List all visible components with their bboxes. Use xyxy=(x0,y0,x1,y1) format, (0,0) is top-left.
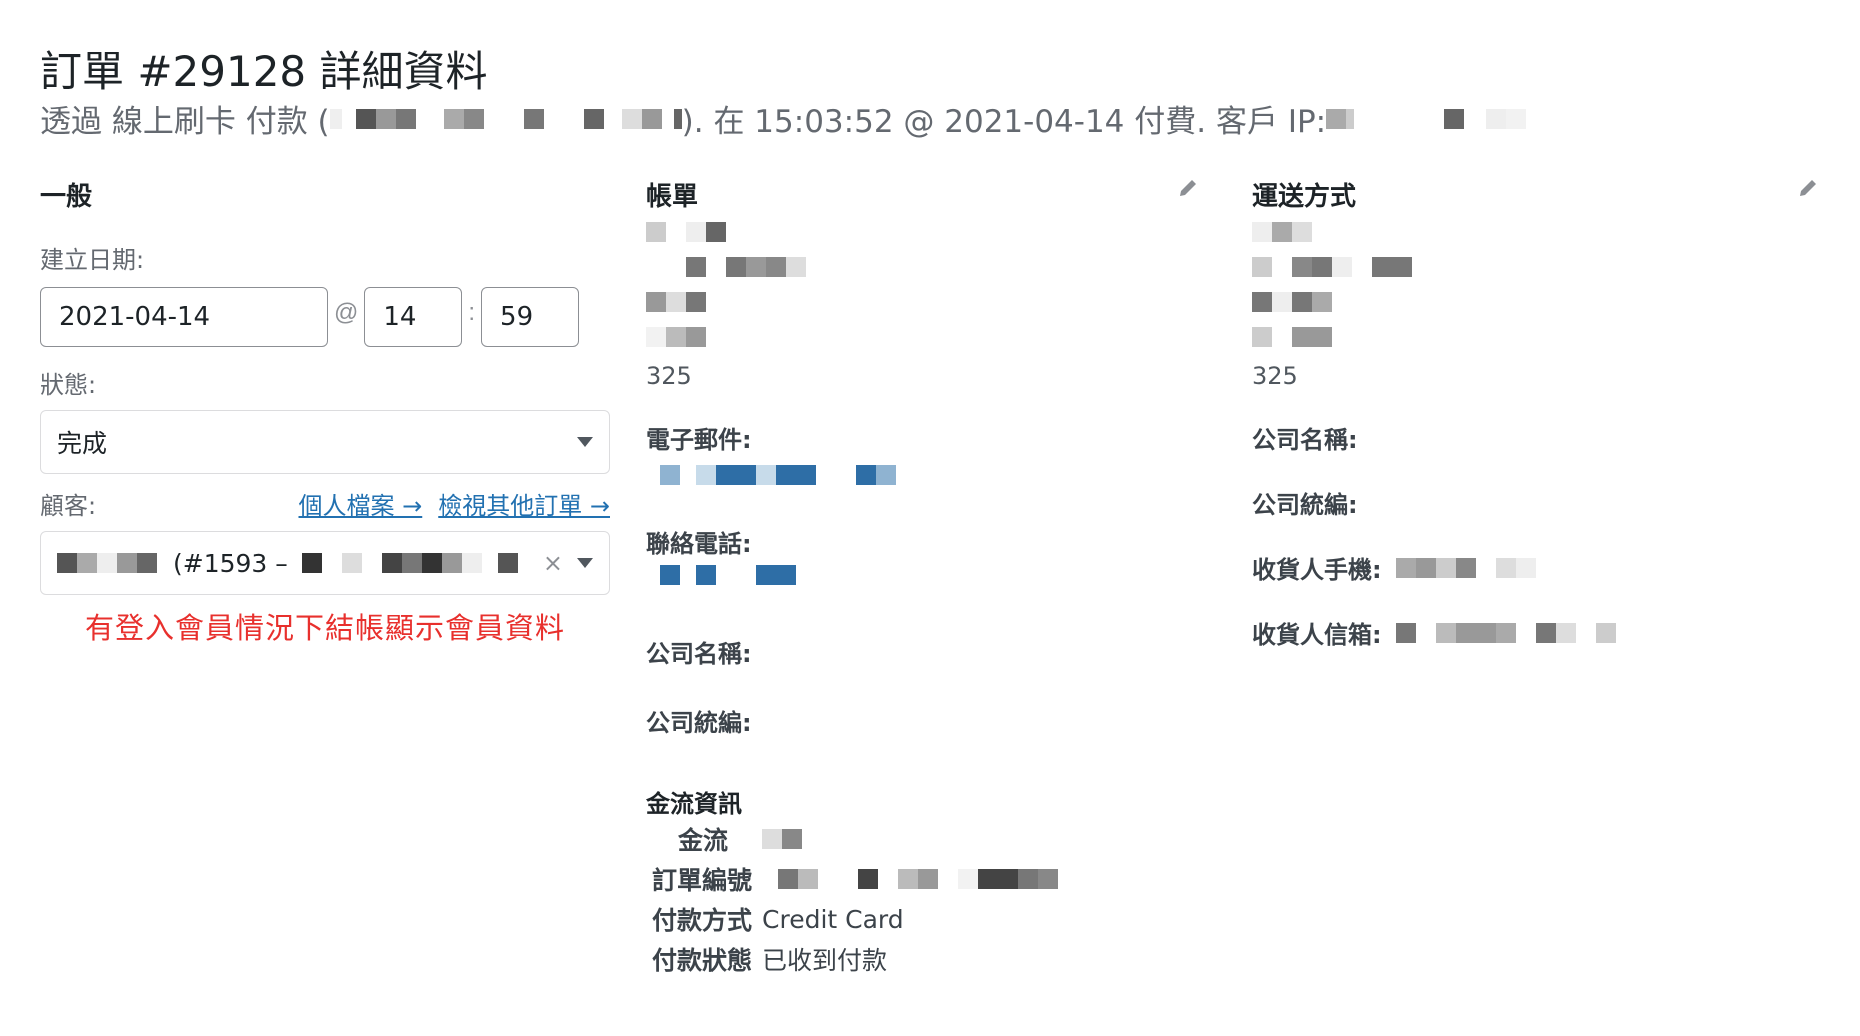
receiver-phone-label: 收貨人手機: xyxy=(1252,556,1382,584)
payment-status-value: 已收到付款 xyxy=(762,946,888,975)
customer-label: 顧客: xyxy=(40,492,97,520)
redacted-transaction-id xyxy=(329,108,682,129)
order-details-page: 訂單 #29128 詳細資料 透過 線上刷卡 付款 ( ). 在 15:03:5… xyxy=(0,0,1860,1036)
payment-info-heading: 金流資訊 xyxy=(646,790,742,818)
status-label: 狀態: xyxy=(40,371,97,399)
receiver-email-redacted xyxy=(1395,622,1616,643)
customer-links: 個人檔案 → 檢視其他訂單 → xyxy=(299,486,611,521)
redacted-ip xyxy=(1326,108,1527,129)
subtitle-prefix: 透過 線上刷卡 付款 ( xyxy=(40,104,330,140)
payment-method-label: 付款方式 xyxy=(652,906,753,935)
shipping-postcode: 325 xyxy=(1252,362,1298,390)
general-heading: 一般 xyxy=(40,182,93,212)
subtitle-suffix: ). 在 15:03:52 @ 2021-04-14 付費. 客戶 IP: xyxy=(681,104,1327,140)
billing-company-tax-label: 公司統編: xyxy=(646,709,752,737)
receiver-phone-row: 收貨人手機: xyxy=(1252,550,1822,585)
payment-status-row: 付款狀態 已收到付款 xyxy=(652,939,1216,979)
chevron-down-icon xyxy=(577,558,593,568)
order-subtitle: 透過 線上刷卡 付款 ( ). 在 15:03:52 @ 2021-04-14 … xyxy=(40,96,1527,141)
billing-heading: 帳單 xyxy=(646,182,699,212)
clear-selection-icon[interactable]: × xyxy=(543,549,563,577)
shipping-company-name-label: 公司名稱: xyxy=(1252,426,1358,454)
customer-select-value: (#1593 – xyxy=(57,549,518,578)
receiver-email-row: 收貨人信箱: xyxy=(1252,615,1822,650)
pencil-icon[interactable] xyxy=(1796,176,1820,200)
shipping-heading: 運送方式 xyxy=(1252,182,1357,212)
redacted-customer-name xyxy=(57,553,157,573)
pencil-icon[interactable] xyxy=(1176,176,1200,200)
receiver-phone-redacted xyxy=(1395,557,1536,578)
created-date-label: 建立日期: xyxy=(40,246,145,274)
page-title: 訂單 #29128 詳細資料 xyxy=(40,47,488,96)
billing-company-name-label: 公司名稱: xyxy=(646,640,752,668)
payment-status-label: 付款狀態 xyxy=(652,946,753,975)
view-other-orders-link[interactable]: 檢視其他訂單 → xyxy=(438,486,610,521)
shipping-address-redacted xyxy=(1252,222,1822,351)
order-status-select[interactable]: 完成 xyxy=(40,410,610,474)
customer-profile-link[interactable]: 個人檔案 → xyxy=(299,486,423,521)
order-hour-input[interactable]: 14 xyxy=(364,287,463,347)
payment-method-row: 付款方式 Credit Card xyxy=(652,899,1216,939)
colon-separator: : xyxy=(468,299,476,326)
billing-postcode: 325 xyxy=(646,362,692,390)
shipping-section: 運送方式 325 公司名稱: 公司統編: 收貨人手機: 收貨人信箱: xyxy=(1252,176,1822,650)
redacted-customer-email xyxy=(301,553,518,573)
payment-method-value: Credit Card xyxy=(762,904,904,934)
billing-phone-label: 聯絡電話: xyxy=(646,530,752,558)
billing-address-redacted xyxy=(646,222,1216,351)
customer-select[interactable]: (#1593 – × xyxy=(40,531,610,595)
at-separator: @ xyxy=(334,299,359,326)
order-number-row: 訂單編號 xyxy=(652,859,1216,899)
order-number-redacted xyxy=(778,869,1059,889)
order-number-label: 訂單編號 xyxy=(652,866,753,895)
billing-email-redacted xyxy=(660,465,896,485)
billing-email-label: 電子郵件: xyxy=(646,426,752,454)
billing-phone-redacted xyxy=(660,565,796,585)
order-status-value: 完成 xyxy=(57,429,108,458)
created-date-row: 2021-04-14 @ 14 : 59 xyxy=(40,287,610,347)
shipping-company-tax-label: 公司統編: xyxy=(1252,491,1358,519)
general-section: 一般 建立日期: 2021-04-14 @ 14 : 59 狀態: 完成 顧客:… xyxy=(40,176,610,647)
customer-select-controls: × xyxy=(543,549,593,577)
member-annotation: 有登入會員情況下結帳顯示會員資料 xyxy=(84,611,565,645)
receiver-email-label: 收貨人信箱: xyxy=(1252,621,1382,649)
gateway-row: 金流 xyxy=(678,819,1216,859)
customer-id-text: (#1593 – xyxy=(173,548,288,578)
billing-section: 帳單 325 電子郵件: 聯絡電話: 公司名稱: 公司統編: 金流資訊 金流 訂… xyxy=(646,176,1216,979)
customer-label-row: 顧客: 個人檔案 → 檢視其他訂單 → xyxy=(40,486,610,521)
order-minute-input[interactable]: 59 xyxy=(481,287,580,347)
gateway-label: 金流 xyxy=(678,826,729,855)
gateway-value-redacted xyxy=(762,829,803,849)
chevron-down-icon xyxy=(577,437,593,447)
order-date-input[interactable]: 2021-04-14 xyxy=(40,287,328,347)
